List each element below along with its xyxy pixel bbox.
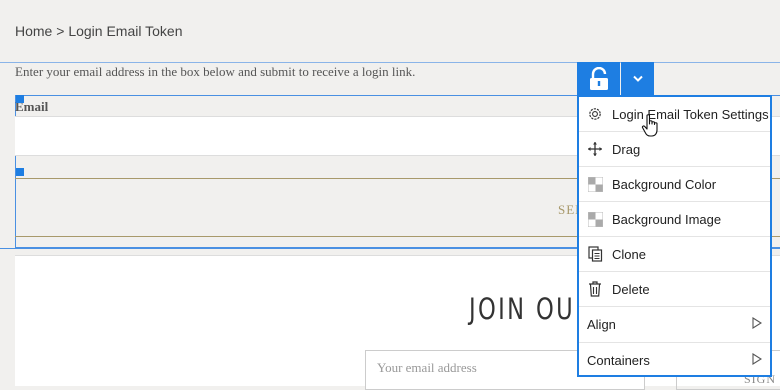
- breadcrumb-separator: >: [56, 23, 65, 39]
- breadcrumb: Home > Login Email Token: [15, 23, 182, 39]
- menu-item-label: Delete: [612, 281, 650, 297]
- resize-handle-top[interactable]: [16, 95, 24, 103]
- section-top-border: [0, 62, 780, 63]
- menu-item-drag[interactable]: Drag: [579, 132, 770, 167]
- dropdown-button[interactable]: [621, 62, 654, 95]
- newsletter-email-placeholder: Your email address: [377, 360, 477, 375]
- unlock-icon: [589, 66, 608, 90]
- menu-item-label: Containers: [587, 352, 650, 368]
- menu-item-label: Background Color: [612, 176, 717, 192]
- clone-icon: [586, 245, 604, 263]
- menu-item-label: Clone: [612, 246, 646, 262]
- menu-item-label: Login Email Token Settings: [612, 106, 769, 122]
- newsletter-title: JOIN OUR: [469, 292, 594, 326]
- chevron-down-icon: [632, 75, 643, 82]
- menu-item-label: Drag: [612, 141, 641, 157]
- menu-item-settings[interactable]: Login Email Token Settings: [579, 97, 770, 132]
- trash-icon: [586, 280, 604, 298]
- menu-item-background-color[interactable]: Background Color: [579, 167, 770, 202]
- lock-button[interactable]: [577, 62, 620, 95]
- submenu-arrow-icon: [752, 317, 763, 332]
- hand-cursor-icon: [641, 114, 661, 143]
- submenu-arrow-icon: [752, 353, 763, 368]
- checker-icon: [586, 175, 604, 193]
- menu-item-align[interactable]: Align: [579, 307, 770, 343]
- menu-item-delete[interactable]: Delete: [579, 272, 770, 307]
- menu-item-label: Background Image: [612, 211, 722, 227]
- resize-handle-middle[interactable]: [16, 168, 24, 176]
- move-icon: [586, 140, 604, 158]
- menu-item-clone[interactable]: Clone: [579, 237, 770, 272]
- breadcrumb-home[interactable]: Home: [15, 23, 52, 39]
- context-menu: Login Email Token Settings Drag Backgrou…: [577, 95, 772, 377]
- breadcrumb-current: Login Email Token: [68, 23, 183, 39]
- gear-icon: [586, 105, 604, 123]
- menu-item-containers[interactable]: Containers: [579, 343, 770, 377]
- menu-item-background-image[interactable]: Background Image: [579, 202, 770, 237]
- checker-icon: [586, 210, 604, 228]
- form-intro-text: Enter your email address in the box belo…: [15, 64, 416, 79]
- menu-item-label: Align: [587, 317, 616, 332]
